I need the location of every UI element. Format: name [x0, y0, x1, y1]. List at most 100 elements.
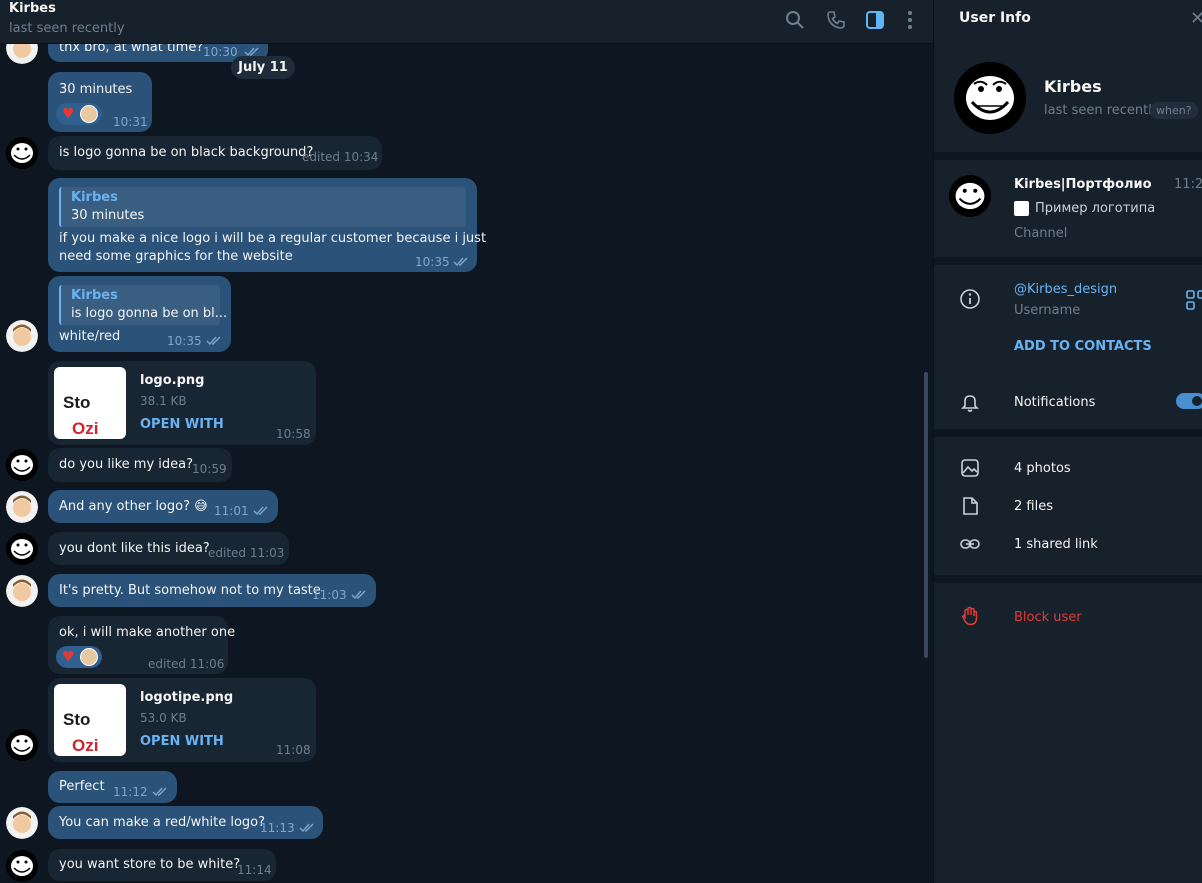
message-time: 11:13 — [260, 821, 295, 835]
message-time: 11:03 — [312, 588, 347, 602]
reply-author: Kirbes — [71, 190, 118, 205]
avatar-kirbes[interactable] — [6, 729, 38, 761]
thumb-text-dark: Sto — [63, 710, 91, 729]
reply-text: 30 minutes — [71, 208, 145, 223]
sidebar-toggle-icon[interactable] — [864, 9, 886, 31]
shared-links-link[interactable]: 1 shared link — [1014, 537, 1098, 552]
message-time: 10:30 — [203, 45, 238, 59]
channel-name[interactable]: Kirbes|Портфолио — [1014, 177, 1152, 192]
channel-time: 11:24 — [1174, 177, 1202, 192]
avatar-kirbes[interactable] — [6, 533, 38, 565]
block-hand-icon — [962, 606, 978, 626]
avatar-kirbes[interactable] — [6, 449, 38, 481]
open-with-button[interactable]: OPEN WITH — [140, 734, 224, 749]
qr-code-icon[interactable] — [1186, 290, 1202, 310]
reply-quote[interactable]: Kirbes is logo gonna be on bl... — [59, 285, 227, 325]
message-bubble[interactable]: is logo gonna be on black background? ed… — [48, 136, 382, 170]
chat-title[interactable]: Kirbes — [9, 1, 56, 16]
message-time: 11:14 — [237, 863, 272, 877]
reaction-heart[interactable]: ♥ — [56, 103, 102, 125]
chat-scrollbar[interactable] — [924, 372, 928, 658]
avatar-kirbes[interactable] — [6, 137, 38, 169]
notifications-toggle[interactable] — [1176, 393, 1202, 409]
phone-icon[interactable] — [825, 9, 847, 31]
file-message[interactable]: Ozi Sto logo.png 38.1 KB OPEN WITH 10:58 — [48, 361, 316, 445]
message-bubble[interactable]: 30 minutes ♥ 10:31 — [48, 72, 152, 132]
read-checks-icon — [453, 257, 468, 267]
message-time: edited 10:34 — [302, 150, 379, 164]
file-thumbnail[interactable]: Ozi Sto — [54, 367, 126, 439]
message-bubble[interactable]: you want store to be white? 11:14 — [48, 849, 276, 881]
message-bubble[interactable]: And any other logo? 😅 11:01 — [48, 490, 278, 523]
panel-title: User Info — [959, 10, 1031, 26]
read-checks-icon — [253, 506, 268, 516]
message-text: you want store to be white? — [59, 857, 241, 872]
file-thumbnail[interactable]: Ozi Sto — [54, 684, 126, 756]
message-bubble[interactable]: You can make a red/white logo? 11:13 — [48, 806, 323, 839]
message-text: 30 minutes — [59, 82, 133, 97]
message-text-line1: if you make a nice logo i will be a regu… — [59, 231, 487, 246]
divider — [934, 575, 1202, 583]
message-bubble[interactable]: Perfect 11:12 — [48, 771, 177, 803]
info-icon — [960, 289, 980, 309]
username-link[interactable]: @Kirbes_design — [1014, 282, 1117, 297]
message-time: 10:31 — [113, 115, 148, 129]
avatar-me[interactable] — [6, 575, 38, 607]
message-bubble[interactable]: ok, i will make another one ♥ edited 11:… — [48, 616, 235, 674]
link-icon — [960, 539, 980, 549]
add-to-contacts-button[interactable]: ADD TO CONTACTS — [1014, 339, 1152, 354]
read-checks-icon — [152, 787, 167, 797]
message-text-line2: need some graphics for the website — [59, 249, 293, 264]
reaction-avatar — [80, 648, 98, 666]
block-user-button[interactable]: Block user — [1014, 610, 1082, 625]
photos-link[interactable]: 4 photos — [1014, 461, 1071, 476]
reply-text: is logo gonna be on bl... — [71, 306, 228, 321]
avatar-me[interactable] — [6, 491, 38, 523]
bell-icon — [961, 395, 979, 412]
message-list[interactable]: thx bro, at what time? 10:30 Kirbes last… — [0, 0, 933, 883]
message-text: And any other logo? 😅 — [59, 499, 208, 514]
file-size: 53.0 KB — [140, 711, 187, 725]
chat-header: Kirbes last seen recently — [0, 0, 933, 44]
message-time: 10:59 — [192, 462, 227, 476]
close-icon[interactable]: ✕ — [1190, 8, 1202, 29]
channel-preview: Пример логотипа — [1035, 201, 1156, 216]
file-message[interactable]: Ozi Sto logotipe.png 53.0 KB OPEN WITH 1… — [48, 678, 316, 762]
message-bubble[interactable]: do you like my idea? 10:59 — [48, 448, 232, 482]
message-text: You can make a red/white logo? — [59, 815, 266, 830]
message-bubble[interactable]: Kirbes 30 minutes if you make a nice log… — [48, 178, 486, 272]
more-icon[interactable] — [899, 9, 921, 31]
file-size: 38.1 KB — [140, 394, 187, 408]
message-bubble[interactable]: you dont like this idea? edited 11:03 — [48, 532, 289, 565]
divider — [934, 152, 1202, 160]
message-text: ok, i will make another one — [59, 625, 236, 640]
read-checks-icon — [299, 823, 314, 833]
file-name: logotipe.png — [140, 690, 234, 705]
when-button[interactable]: when? — [1150, 102, 1198, 119]
file-name: logo.png — [140, 373, 205, 388]
chat-status: last seen recently — [9, 21, 125, 36]
message-text: you dont like this idea? — [59, 541, 210, 556]
telegram-app: thx bro, at what time? 10:30 Kirbes last… — [0, 0, 1202, 883]
reply-quote[interactable]: Kirbes 30 minutes — [59, 187, 466, 227]
message-time: edited 11:03 — [208, 546, 285, 560]
avatar-kirbes[interactable] — [6, 850, 38, 882]
photo-icon — [961, 459, 979, 477]
search-icon[interactable] — [784, 9, 806, 31]
profile-status: last seen recently — [1044, 103, 1160, 118]
message-time: edited 11:06 — [148, 657, 225, 671]
open-with-button[interactable]: OPEN WITH — [140, 417, 224, 432]
files-link[interactable]: 2 files — [1014, 499, 1053, 514]
avatar-me[interactable] — [6, 320, 38, 352]
channel-avatar[interactable] — [949, 175, 991, 217]
message-bubble[interactable]: It's pretty. But somehow not to my taste… — [48, 574, 376, 607]
message-bubble[interactable]: Kirbes is logo gonna be on bl... white/r… — [48, 276, 231, 352]
reaction-heart[interactable]: ♥ — [56, 646, 102, 668]
channel-label: Channel — [1014, 226, 1068, 241]
profile-avatar[interactable] — [954, 62, 1026, 134]
channel-preview-thumb — [1014, 201, 1029, 216]
avatar-me[interactable] — [6, 807, 38, 839]
reaction-avatar — [80, 105, 98, 123]
user-info-panel: User Info ✕ Kirbes last seen recently wh… — [933, 0, 1202, 883]
date-separator: July 11 — [231, 56, 295, 79]
